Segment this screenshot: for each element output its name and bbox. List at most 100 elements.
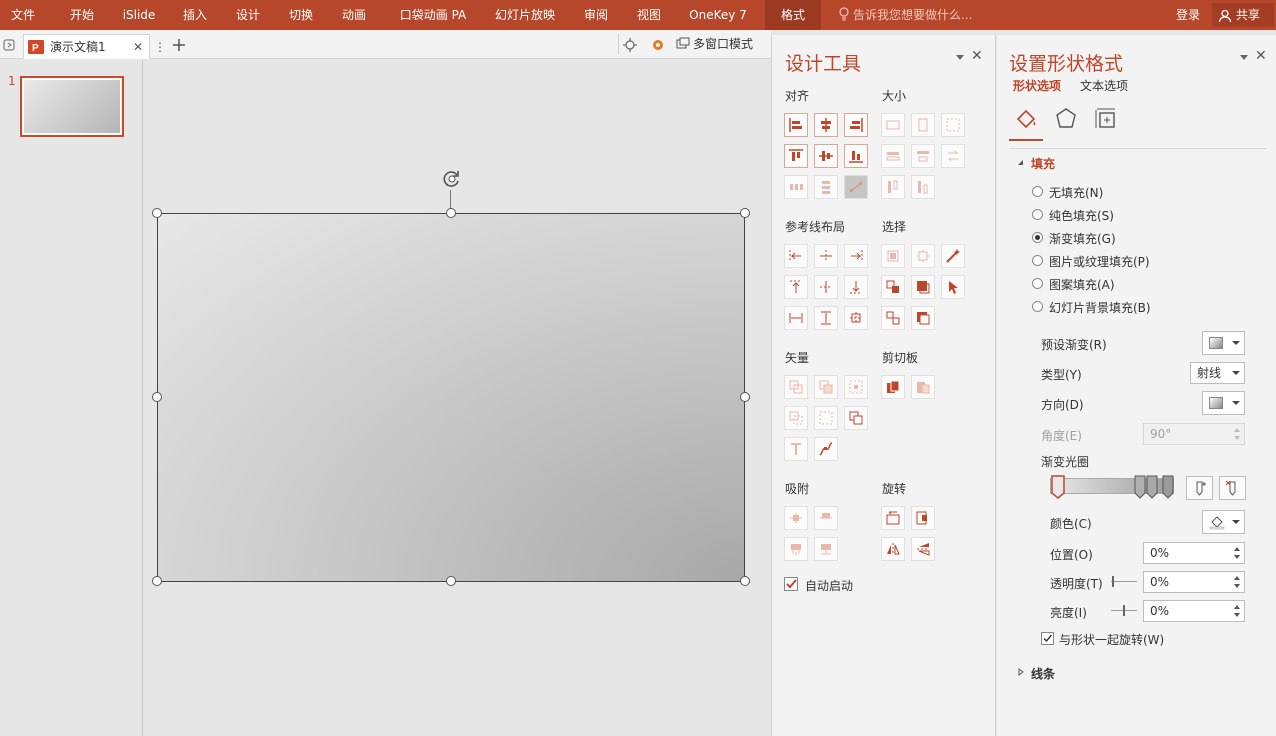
tell-me-search[interactable]: 告诉我您想要做什么...	[838, 0, 972, 30]
snap-vertical-icon[interactable]	[814, 506, 838, 530]
transparency-slider[interactable]	[1111, 581, 1137, 582]
rotate-with-shape-checkbox[interactable]	[1041, 632, 1054, 645]
collapse-triangle-icon[interactable]	[1017, 158, 1025, 166]
align-middle-icon[interactable]	[814, 144, 838, 168]
distribute-horizontal-icon[interactable]	[784, 175, 808, 199]
vector-union-icon[interactable]	[784, 375, 808, 399]
vector-intersect-icon[interactable]	[784, 406, 808, 430]
gear-icon[interactable]	[650, 37, 666, 53]
guide-height-icon[interactable]	[814, 306, 838, 330]
align-bottom-icon[interactable]	[844, 144, 868, 168]
close-pane-icon[interactable]: ✕	[971, 48, 983, 64]
angle-input[interactable]: 90°	[1143, 423, 1245, 445]
login-link[interactable]: 登录	[1176, 0, 1200, 30]
swap-size-icon[interactable]	[941, 144, 965, 168]
effects-icon[interactable]	[1054, 107, 1078, 131]
add-stop-button[interactable]	[1186, 476, 1213, 500]
vector-combine-icon[interactable]	[814, 375, 838, 399]
line-section-title[interactable]: 线条	[1031, 665, 1055, 682]
select-overlap-icon[interactable]	[881, 275, 905, 299]
select-front-icon[interactable]	[911, 275, 935, 299]
match-bottom-icon[interactable]	[911, 175, 935, 199]
gradient-stop-1[interactable]	[1051, 475, 1065, 499]
tab-transitions[interactable]: 切换	[279, 0, 323, 30]
document-tab[interactable]: P 演示文稿1 ✕ ⋮	[23, 34, 166, 59]
fill-section-title[interactable]: 填充	[1031, 155, 1055, 172]
guide-grid-icon[interactable]	[844, 306, 868, 330]
slide-thumbnail[interactable]	[20, 76, 124, 137]
resize-handle-top-right[interactable]	[740, 208, 750, 218]
resize-handle-left[interactable]	[152, 392, 162, 402]
tab-slideshow[interactable]: 幻灯片放映	[486, 0, 564, 30]
expand-triangle-icon[interactable]	[1017, 668, 1025, 676]
paste-icon[interactable]	[911, 375, 935, 399]
guide-width-icon[interactable]	[784, 306, 808, 330]
guide-right-icon[interactable]	[844, 244, 868, 268]
copy-icon[interactable]	[881, 375, 905, 399]
guide-top-icon[interactable]	[784, 275, 808, 299]
select-pointer-icon[interactable]	[941, 275, 965, 299]
distribute-diagonal-icon[interactable]	[844, 175, 868, 199]
tab-shape-options[interactable]: 形状选项	[1013, 77, 1061, 94]
direction-dropdown[interactable]	[1202, 391, 1245, 415]
snap-horizontal-icon[interactable]	[784, 506, 808, 530]
guide-middle-icon[interactable]	[814, 275, 838, 299]
gradient-rectangle-shape[interactable]	[157, 213, 745, 582]
tab-review[interactable]: 审阅	[574, 0, 618, 30]
vector-fragment-icon[interactable]	[844, 375, 868, 399]
tab-islide[interactable]: iSlide	[116, 0, 162, 30]
rotate-left-icon[interactable]	[881, 506, 905, 530]
gradient-stop-3[interactable]	[1146, 475, 1158, 499]
preset-gradient-dropdown[interactable]	[1202, 331, 1245, 355]
brightness-slider-thumb[interactable]	[1123, 605, 1125, 616]
tab-insert[interactable]: 插入	[173, 0, 217, 30]
vector-outline-icon[interactable]	[844, 406, 868, 430]
vector-subtract-icon[interactable]	[814, 406, 838, 430]
tab-home[interactable]: 开始	[60, 0, 104, 30]
tab-file[interactable]: 文件	[0, 0, 46, 30]
resize-handle-bottom-right[interactable]	[740, 576, 750, 586]
tab-view[interactable]: 视图	[627, 0, 671, 30]
close-format-pane-icon[interactable]: ✕	[1255, 48, 1267, 64]
match-left-icon[interactable]	[881, 144, 905, 168]
gradient-stop-4[interactable]	[1162, 475, 1174, 499]
brightness-input[interactable]: 0%	[1143, 600, 1245, 622]
share-button[interactable]: 共享	[1212, 3, 1274, 27]
match-top-icon[interactable]	[881, 175, 905, 199]
radio-pattern-fill[interactable]	[1032, 278, 1043, 289]
select-group-icon[interactable]	[881, 306, 905, 330]
flip-vertical-icon[interactable]	[911, 537, 935, 561]
tab-animations[interactable]: 动画	[332, 0, 376, 30]
flip-horizontal-icon[interactable]	[881, 537, 905, 561]
align-right-icon[interactable]	[844, 113, 868, 137]
edit-points-icon[interactable]	[814, 437, 838, 461]
tab-pocket-animation[interactable]: 口袋动画 PA	[392, 0, 474, 30]
transparency-input[interactable]: 0%	[1143, 571, 1245, 593]
snap-down-icon[interactable]	[814, 537, 838, 561]
fill-line-icon[interactable]	[1014, 107, 1038, 131]
tab-onekey[interactable]: OneKey 7	[680, 0, 756, 30]
align-top-icon[interactable]	[784, 144, 808, 168]
tab-menu-icon[interactable]: ⋮	[154, 35, 166, 59]
close-tab-icon[interactable]: ✕	[133, 35, 143, 59]
rotate-right-icon[interactable]	[911, 506, 935, 530]
select-back-icon[interactable]	[911, 306, 935, 330]
distribute-vertical-icon[interactable]	[814, 175, 838, 199]
resize-handle-bottom-left[interactable]	[152, 576, 162, 586]
align-left-icon[interactable]	[784, 113, 808, 137]
type-dropdown[interactable]: 射线	[1190, 362, 1245, 384]
position-input[interactable]: 0%	[1143, 542, 1245, 564]
same-width-icon[interactable]	[881, 113, 905, 137]
remove-stop-button[interactable]	[1219, 476, 1246, 500]
size-properties-icon[interactable]	[1094, 107, 1118, 131]
resize-handle-bottom[interactable]	[446, 576, 456, 586]
pane-options-icon[interactable]	[956, 55, 964, 60]
select-similar-icon[interactable]	[911, 244, 935, 268]
tab-format[interactable]: 格式	[765, 0, 821, 30]
radio-picture-fill[interactable]	[1032, 255, 1043, 266]
tab-text-options[interactable]: 文本选项	[1080, 77, 1128, 94]
guide-center-icon[interactable]	[814, 244, 838, 268]
multi-window-button[interactable]: 多窗口模式	[676, 30, 753, 58]
snap-bottom-icon[interactable]	[784, 537, 808, 561]
rotate-handle-icon[interactable]	[441, 168, 463, 190]
